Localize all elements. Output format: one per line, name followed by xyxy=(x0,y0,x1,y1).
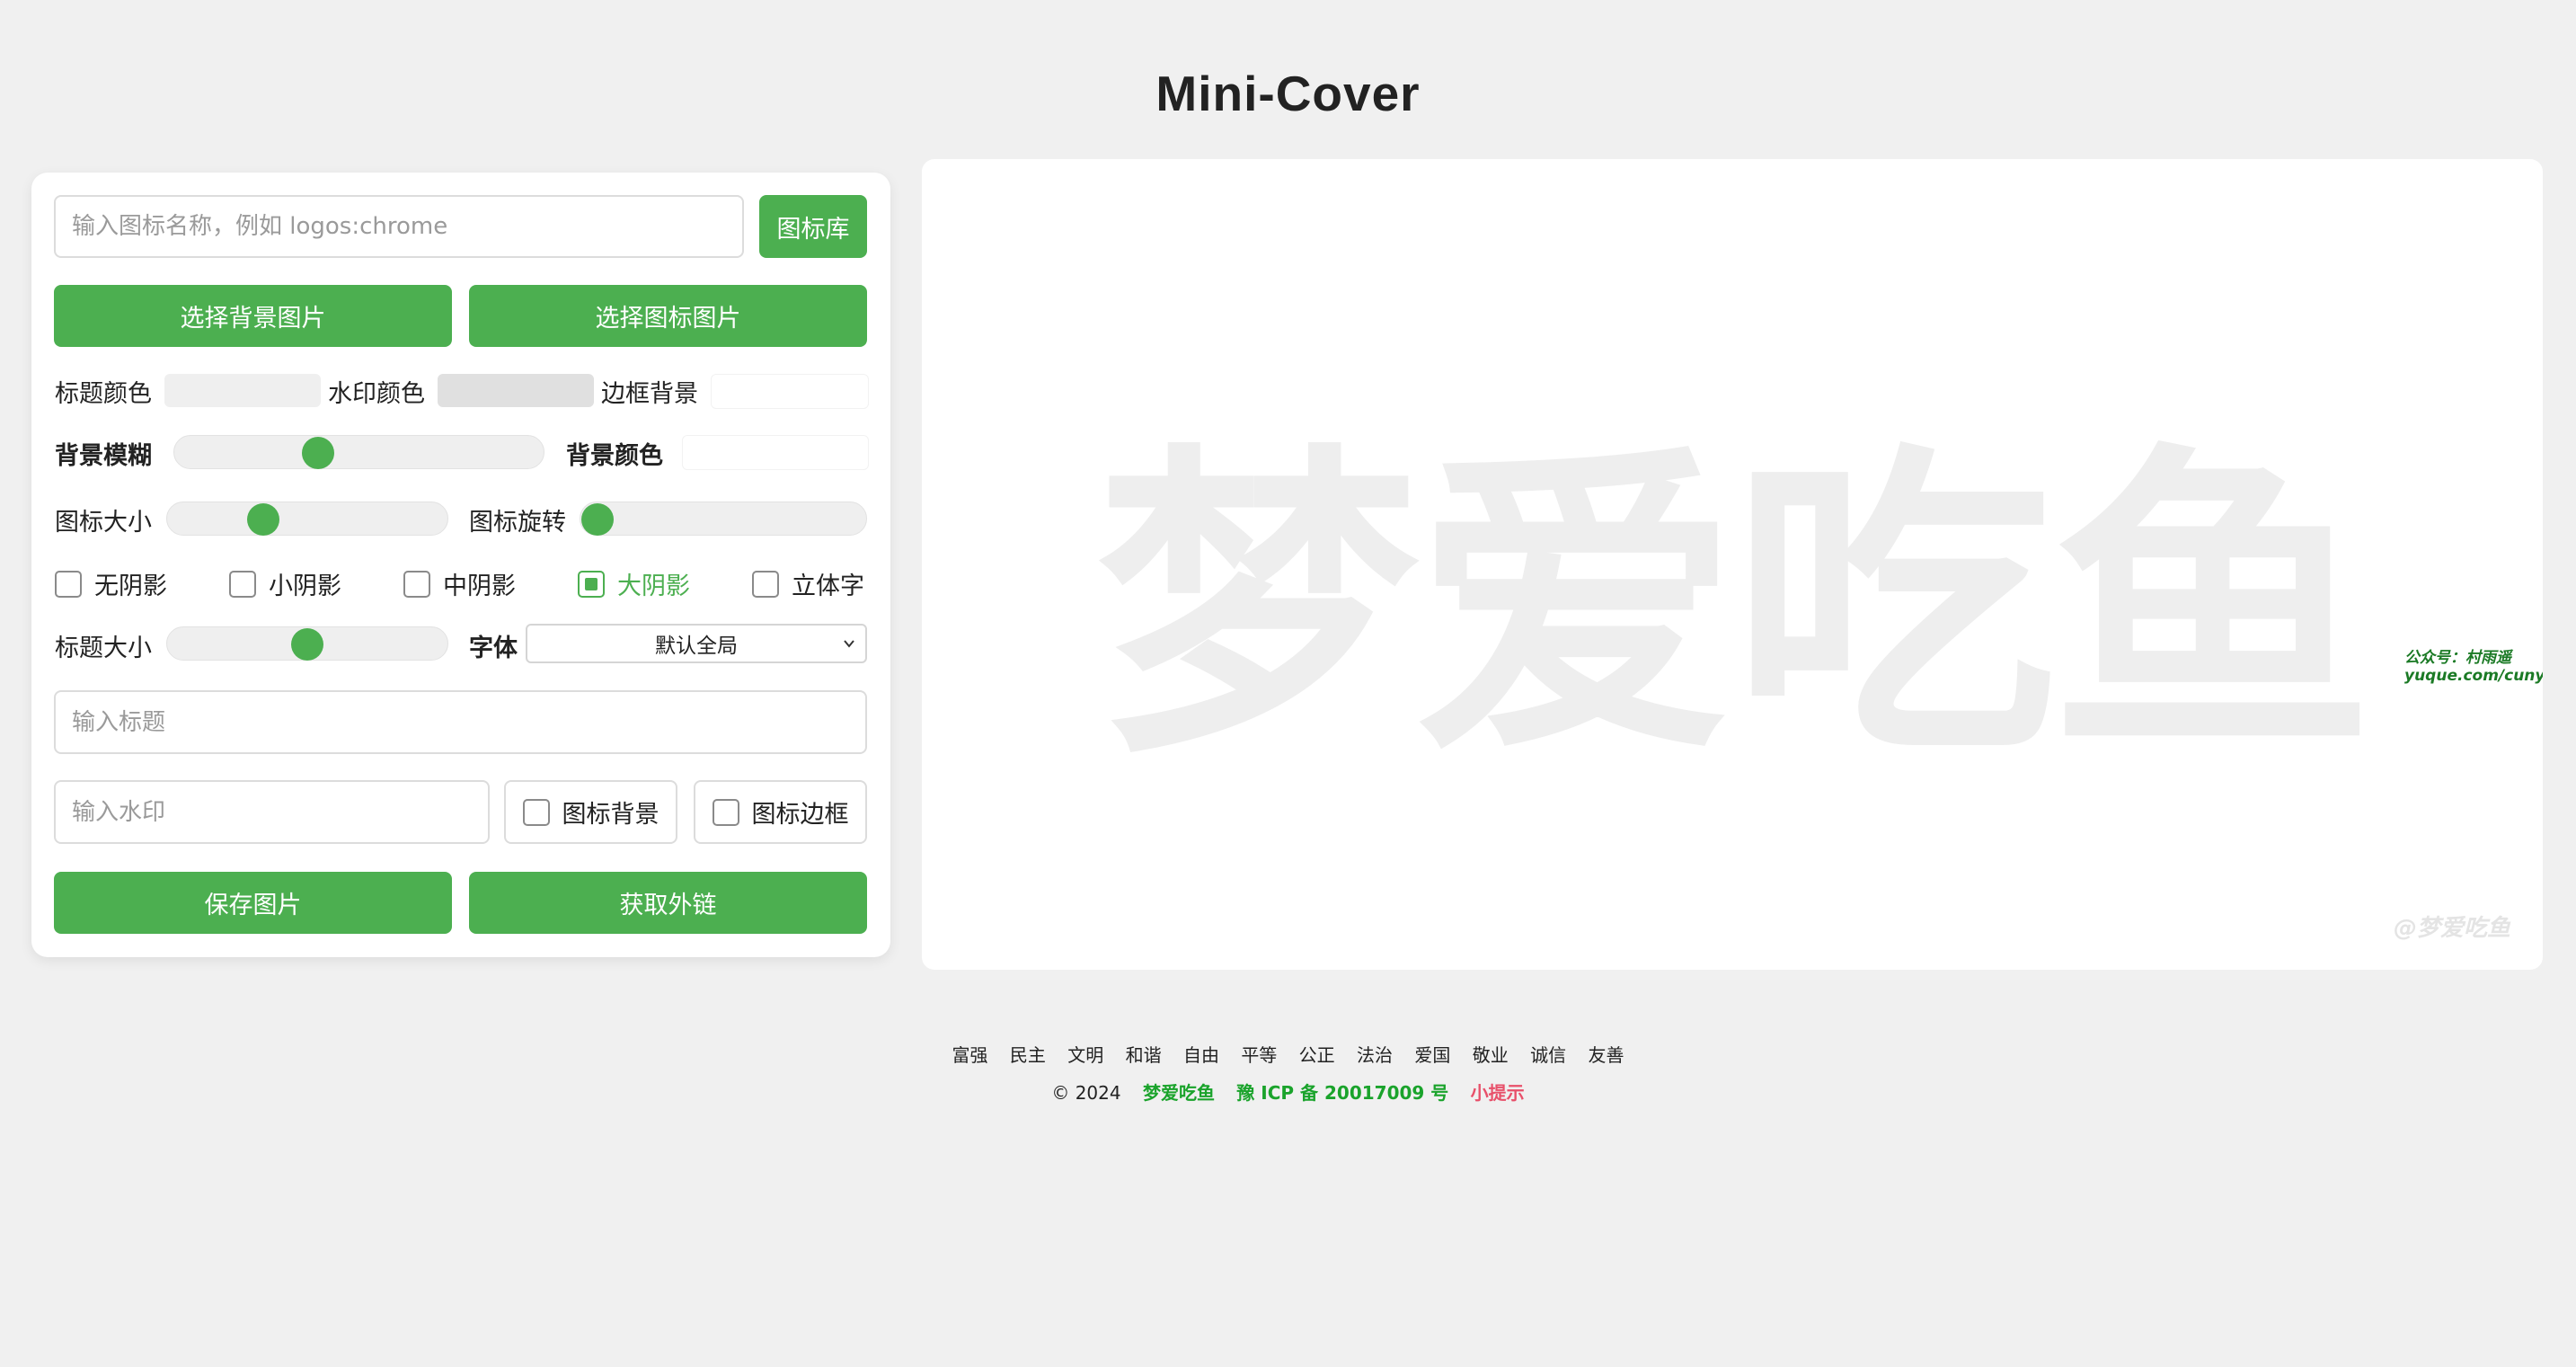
icon-background-toggle[interactable]: 图标背景 xyxy=(504,780,677,844)
side-watermark-line-2: yuque.com/cunyu1943 xyxy=(2404,667,2543,685)
shadow-small-checkbox[interactable] xyxy=(229,570,256,598)
icon-background-label: 图标背景 xyxy=(562,801,659,829)
icon-border-checkbox[interactable] xyxy=(712,798,739,826)
border-background-label: 边框背景 xyxy=(601,380,698,408)
shadow-none-checkbox[interactable] xyxy=(55,570,82,598)
watermark-color-picker[interactable] xyxy=(438,374,594,407)
shadow-none-label: 无阴影 xyxy=(94,573,167,600)
shadow-medium-checkbox[interactable] xyxy=(403,570,430,598)
text-3d-label: 立体字 xyxy=(792,573,864,600)
shadow-none-option[interactable]: 无阴影 xyxy=(55,566,167,601)
border-background-picker[interactable] xyxy=(711,374,869,409)
settings-panel: 图标库 选择背景图片 选择图标图片 标题颜色 水印颜色 边框背景 背景模糊 背景… xyxy=(31,173,890,957)
icon-size-label: 图标大小 xyxy=(55,509,152,537)
icp-link[interactable]: 豫 ICP 备 20017009 号 xyxy=(1236,1082,1448,1104)
shadow-small-option[interactable]: 小阴影 xyxy=(229,566,341,601)
font-select-value: 默认全局 xyxy=(655,635,738,658)
text-3d-option[interactable]: 立体字 xyxy=(752,566,864,601)
background-blur-thumb[interactable] xyxy=(302,437,334,469)
preview-corner-watermark: @梦爱吃鱼 xyxy=(2393,915,2510,942)
cover-preview: 梦爱吃鱼 公众号：村雨遥 yuque.com/cunyu1943 @梦爱吃鱼 xyxy=(922,159,2543,970)
footer-value: 富强 xyxy=(952,1044,988,1066)
watermark-input[interactable] xyxy=(54,780,490,844)
background-color-label: 背景颜色 xyxy=(566,442,663,470)
icon-search-input[interactable] xyxy=(54,195,744,258)
footer-value: 友善 xyxy=(1588,1044,1624,1066)
icon-background-checkbox[interactable] xyxy=(522,798,550,826)
font-select[interactable]: 默认全局 xyxy=(526,624,867,663)
footer-value: 敬业 xyxy=(1472,1044,1509,1066)
watermark-color-label: 水印颜色 xyxy=(328,380,425,408)
icon-border-label: 图标边框 xyxy=(751,801,849,829)
background-blur-slider[interactable] xyxy=(173,435,544,469)
footer-copyright: © 2024 梦爱吃鱼 豫 ICP 备 20017009 号 小提示 xyxy=(0,1079,2576,1105)
icon-library-button[interactable]: 图标库 xyxy=(759,195,867,258)
background-color-picker[interactable] xyxy=(682,435,869,470)
icon-border-toggle[interactable]: 图标边框 xyxy=(694,780,867,844)
background-blur-label: 背景模糊 xyxy=(55,442,152,470)
author-link[interactable]: 梦爱吃鱼 xyxy=(1143,1082,1215,1104)
footer-value: 平等 xyxy=(1241,1044,1278,1066)
shadow-medium-option[interactable]: 中阴影 xyxy=(403,566,516,601)
title-input[interactable] xyxy=(54,690,867,754)
icon-size-slider[interactable] xyxy=(166,502,448,536)
copyright-text: © 2024 xyxy=(1051,1082,1121,1104)
tip-link[interactable]: 小提示 xyxy=(1471,1082,1525,1104)
shadow-medium-label: 中阴影 xyxy=(443,573,516,600)
footer-value: 公正 xyxy=(1298,1044,1335,1066)
title-size-label: 标题大小 xyxy=(55,635,152,662)
icon-rotate-thumb[interactable] xyxy=(581,503,614,536)
chevron-down-icon xyxy=(844,640,854,648)
preview-side-watermark: 公众号：村雨遥 yuque.com/cunyu1943 xyxy=(2404,649,2543,685)
icon-size-thumb[interactable] xyxy=(247,503,279,536)
footer-value: 法治 xyxy=(1357,1044,1394,1066)
icon-rotate-label: 图标旋转 xyxy=(469,509,566,537)
footer-value: 自由 xyxy=(1182,1044,1219,1066)
page-title: Mini-Cover xyxy=(1155,66,1421,121)
shadow-large-checkbox[interactable] xyxy=(578,570,605,598)
footer-value: 文明 xyxy=(1067,1044,1104,1066)
title-size-slider[interactable] xyxy=(166,626,448,661)
side-watermark-line-1: 公众号：村雨遥 xyxy=(2404,649,2511,667)
get-external-link-button[interactable]: 获取外链 xyxy=(469,872,867,934)
choose-background-image-button[interactable]: 选择背景图片 xyxy=(54,285,452,347)
choose-icon-image-button[interactable]: 选择图标图片 xyxy=(469,285,867,347)
preview-title: 梦爱吃鱼 xyxy=(1096,415,2374,795)
footer-value: 民主 xyxy=(1009,1044,1046,1066)
title-size-thumb[interactable] xyxy=(291,628,323,661)
shadow-large-label: 大阴影 xyxy=(617,573,690,600)
title-color-picker[interactable] xyxy=(164,374,321,407)
shadow-small-label: 小阴影 xyxy=(269,573,341,600)
shadow-large-option[interactable]: 大阴影 xyxy=(578,566,690,601)
title-color-label: 标题颜色 xyxy=(55,380,152,408)
font-label: 字体 xyxy=(469,635,518,662)
footer-value: 和谐 xyxy=(1125,1044,1162,1066)
footer-value: 爱国 xyxy=(1414,1044,1451,1066)
save-image-button[interactable]: 保存图片 xyxy=(54,872,452,934)
text-3d-checkbox[interactable] xyxy=(752,570,779,598)
footer-values: 富强 民主 文明 和谐 自由 平等 公正 法治 爱国 敬业 诚信 友善 xyxy=(0,1041,2576,1067)
footer-value: 诚信 xyxy=(1530,1044,1567,1066)
icon-rotate-slider[interactable] xyxy=(580,502,867,536)
